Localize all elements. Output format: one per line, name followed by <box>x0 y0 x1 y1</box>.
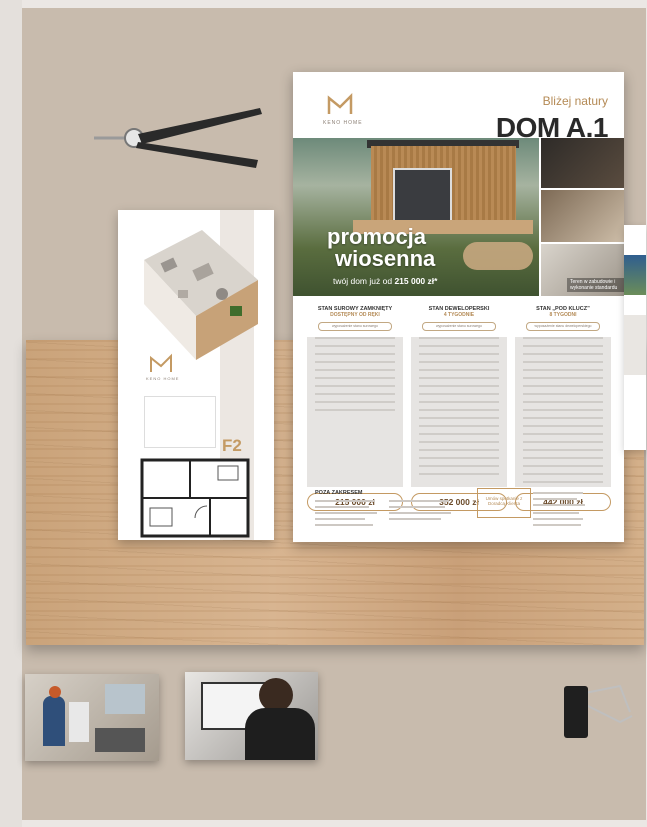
column-subheading: DOSTĘPNY OD RĘKI <box>330 312 380 318</box>
column-subheading: 8 TYGODNI <box>549 312 577 318</box>
workstation-photo <box>185 672 318 760</box>
flyer-tagline: Bliżej natury <box>542 94 608 108</box>
column-feature-list <box>411 337 507 487</box>
side-brochure <box>624 225 646 450</box>
promo-pill <box>463 242 533 270</box>
binder-clip-icon <box>564 684 633 738</box>
compass-icon <box>94 108 262 168</box>
column-note: wyposażenie stanu deweloperskiego <box>526 322 600 331</box>
f2-brochure: KENO HOME F2 <box>118 210 274 540</box>
interior-photo-2 <box>541 190 624 242</box>
brochure-brand: KENO HOME <box>146 376 180 381</box>
house-window <box>393 168 452 222</box>
promo-subtitle-price: 215 000 zł* <box>394 276 438 286</box>
keno-home-logo-icon <box>327 92 353 114</box>
umow-spotkanie-text: Umów spotkanie z Doradcą Klienta <box>485 496 523 506</box>
column-feature-list <box>515 337 611 487</box>
interior-photo-3: Teren w zabudowie i wykonanie standardu <box>541 244 624 296</box>
floorplan-frame <box>144 396 216 448</box>
contact-details <box>533 490 585 526</box>
column-note: wyposażenie stanu surowego <box>318 322 392 331</box>
column-feature-list <box>307 337 403 487</box>
column-note: wyposażenie stanu surowego <box>422 322 496 331</box>
interior-photo-caption: Teren w zabudowie i wykonanie standardu <box>567 278 624 292</box>
floor-plan-image <box>140 458 250 538</box>
column-subheading: 4 TYGODNIE <box>443 312 475 318</box>
pricing-column-3: STAN „POD KLUCZ” 8 TYGODNI wyposażenie s… <box>515 306 611 511</box>
model-label: F2 <box>222 436 242 455</box>
house-hero-image: promocja wiosenna twój dom już od 215 00… <box>293 138 539 296</box>
interior-photo-1 <box>541 138 624 188</box>
dom-a1-flyer: KENO HOME Bliżej natury DOM A.1 promocja… <box>293 72 624 542</box>
pricing-column-2: STAN DEWELOPERSKI 4 TYGODNIE wyposażenie… <box>411 306 507 511</box>
flyer-brand: KENO HOME <box>323 120 363 126</box>
umow-spotkanie-box: Umów spotkanie z Doradcą Klienta <box>477 488 531 518</box>
poza-zakresem-heading: POZA ZAKRESEM <box>315 490 363 496</box>
team-photo <box>25 674 159 761</box>
side-brochure-image <box>624 255 646 295</box>
promo-heading-line2: wiosenna <box>335 246 436 271</box>
left-edge <box>0 0 22 827</box>
pricing-column-1: STAN SUROWY ZAMKNIĘTY DOSTĘPNY OD RĘKI w… <box>307 306 403 511</box>
promo-subtitle: twój dom już od 215 000 zł* <box>333 276 437 286</box>
promo-subtitle-prefix: twój dom już od <box>333 276 393 286</box>
keno-home-logo-icon <box>150 353 172 372</box>
